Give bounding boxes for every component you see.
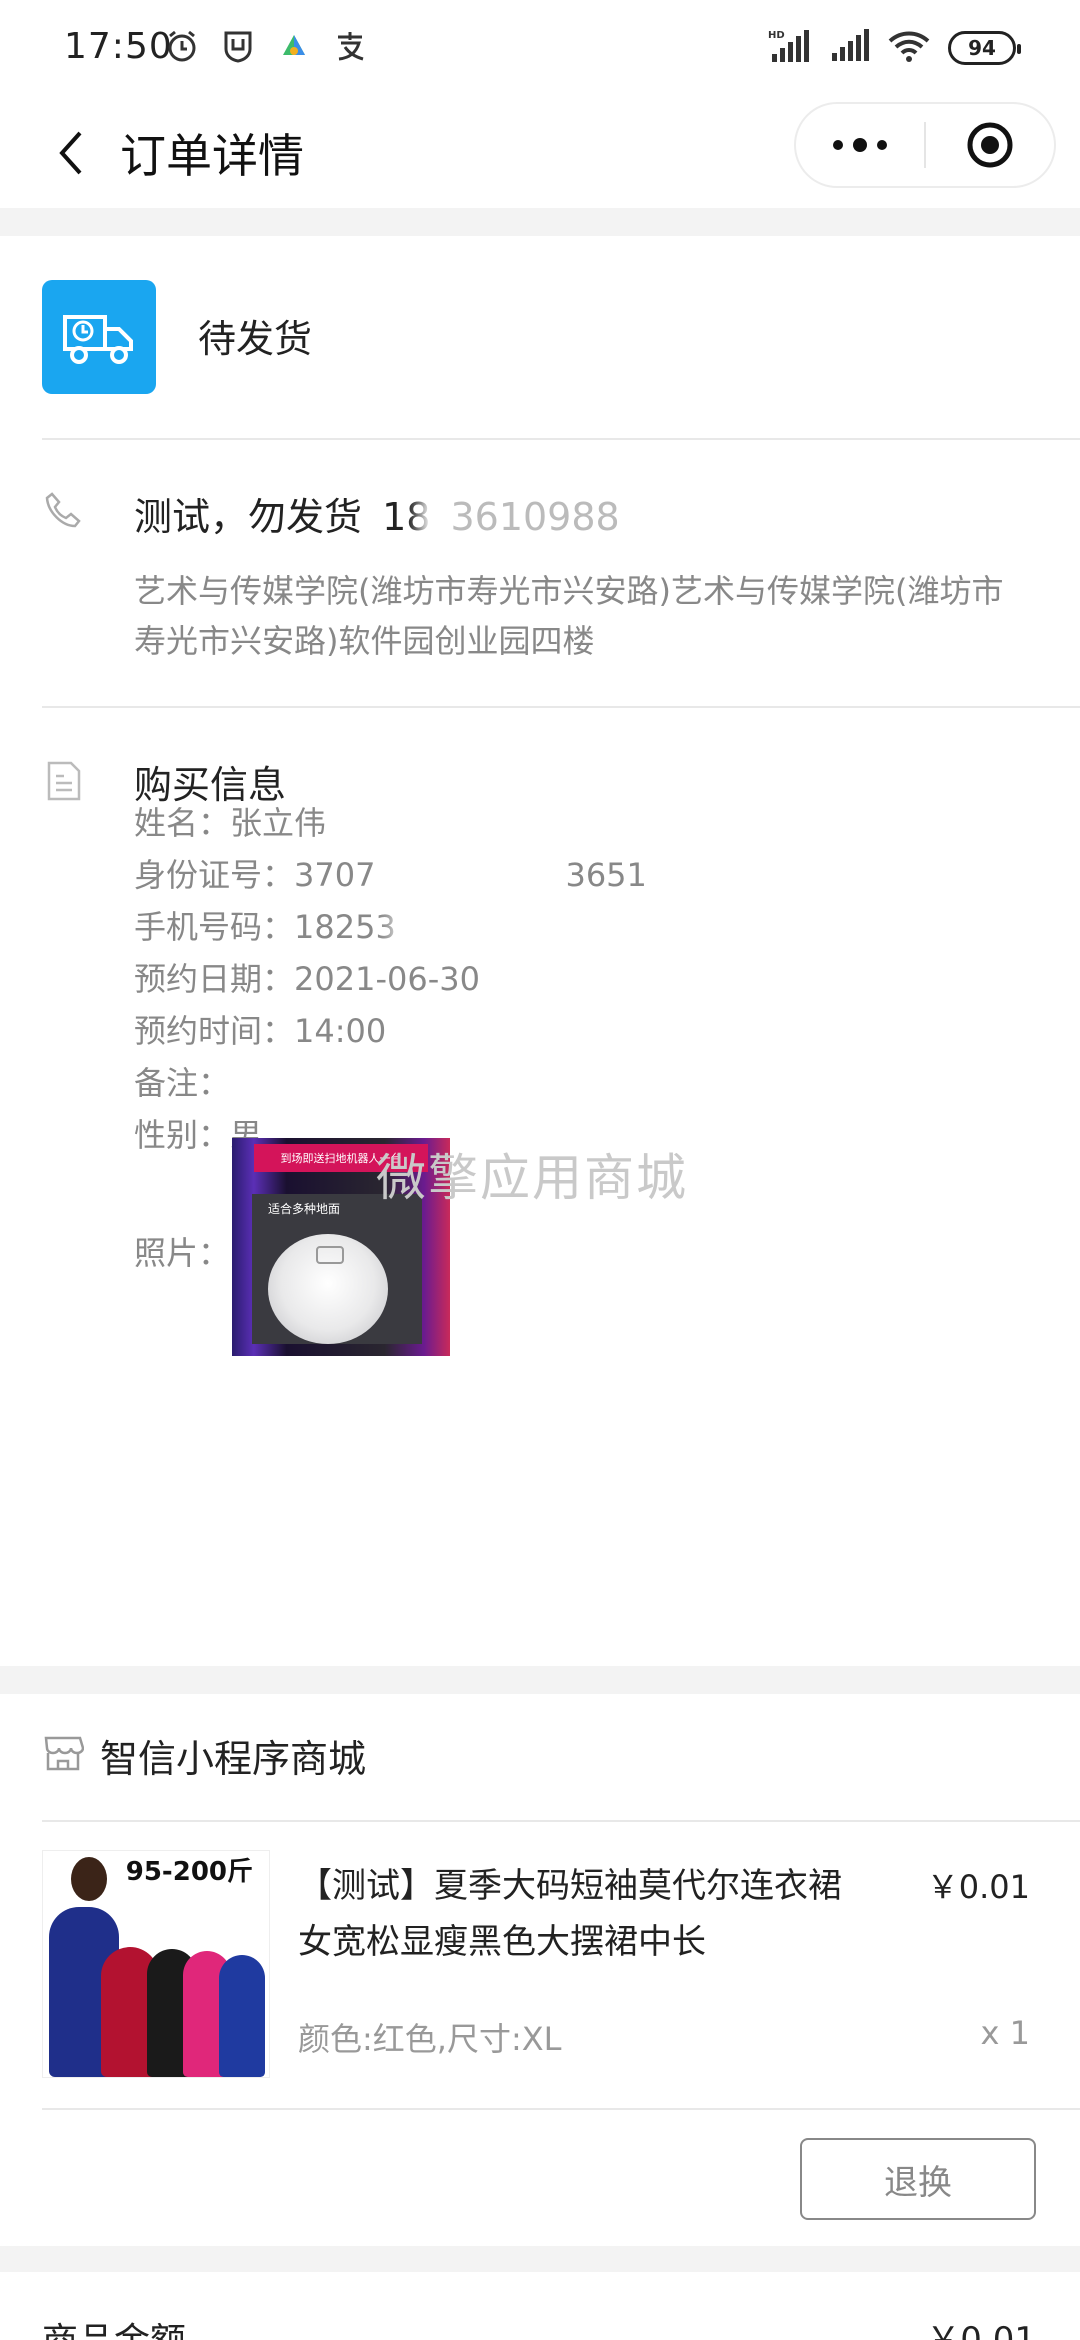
privacy-blur: [403, 914, 484, 944]
nav-bar: 订单详情: [0, 96, 1080, 208]
divider: [42, 706, 1080, 708]
info-row-time: 预约时间：14:00: [134, 1006, 386, 1052]
hd-signal-icon: HD: [768, 28, 812, 68]
info-value: 3707: [294, 856, 376, 894]
divider: [42, 438, 1080, 440]
privacy-blur: [395, 862, 546, 892]
divider: [42, 1820, 1080, 1822]
delivery-truck-icon: [42, 280, 156, 394]
contact-phone-tail: 3610988: [450, 495, 620, 539]
order-status: 待发货: [198, 317, 313, 361]
status-bar: 17:50 HD 94: [0, 0, 1080, 96]
info-value-tail: 3651: [565, 856, 647, 894]
order-card: 待发货 测试，勿发货 18 3610988 艺术与传媒学院(潍坊市寿光市兴安路)艺…: [0, 236, 1080, 1666]
contact-phone-start: 18: [382, 495, 431, 539]
return-exchange-button[interactable]: 退换: [800, 2138, 1036, 2220]
info-value: 张立伟: [230, 804, 327, 842]
info-label: 手机号码：: [134, 908, 295, 946]
photo-caption: 适合多种地面: [268, 1202, 341, 1216]
status-icons-left: [164, 28, 368, 64]
close-miniprogram-button[interactable]: [926, 104, 1054, 186]
product-price: ￥0.01: [926, 1868, 1030, 1906]
wifi-icon: [888, 29, 930, 67]
miniprogram-capsule: [794, 102, 1056, 188]
chevron-left-icon: [59, 131, 82, 175]
divider: [42, 2108, 1080, 2110]
totals-card: 商品金额 ￥0.01: [0, 2272, 1080, 2340]
info-label: 备注：: [134, 1064, 231, 1102]
svg-text:HD: HD: [768, 30, 785, 41]
alipay-icon: [332, 28, 368, 64]
goods-amount-label: 商品金额: [42, 2312, 186, 2340]
info-row-id: 身份证号：3707 3651: [134, 850, 647, 896]
info-value: 18253: [294, 908, 396, 946]
back-button[interactable]: [36, 118, 106, 188]
watermark: 微擎应用商城: [376, 1149, 688, 1207]
info-label: 预约日期：: [134, 960, 295, 998]
more-button[interactable]: [796, 104, 924, 186]
robot-vacuum-image: [268, 1234, 388, 1344]
info-row-date: 预约日期：2021-06-30: [134, 954, 480, 1000]
info-row-phone: 手机号码：18253: [134, 902, 484, 948]
shield-app-icon: [220, 28, 256, 64]
product-spec: 颜色:红色,尺寸:XL: [298, 2020, 562, 2058]
contact-phone: 18 3610988: [382, 495, 620, 539]
alarm-icon: [164, 28, 200, 64]
model-head: [71, 1857, 107, 1901]
info-label: 姓名：: [134, 804, 231, 842]
status-time: 17:50: [64, 26, 173, 67]
signal-icon: [830, 29, 870, 67]
contact-line: 测试，勿发货 18 3610988: [134, 486, 620, 541]
info-label: 身份证号：: [134, 856, 295, 894]
info-row-note: 备注：: [134, 1058, 230, 1104]
info-value: 2021-06-30: [294, 960, 480, 998]
delivery-address: 艺术与传媒学院(潍坊市寿光市兴安路)艺术与传媒学院(潍坊市寿光市兴安路)软件园创…: [134, 572, 1004, 660]
phone-icon: [45, 492, 81, 528]
product-image[interactable]: 95-200斤: [42, 1850, 270, 2078]
product-title[interactable]: 【测试】夏季大码短袖莫代尔连衣裙女宽松显瘦黑色大摆裙中长: [298, 1858, 858, 1970]
info-label: 性别：: [134, 1116, 231, 1154]
app-triangle-icon: [276, 28, 312, 64]
product-image-tag: 95-200斤: [125, 1857, 253, 1887]
product-quantity: x 1: [980, 2014, 1030, 2052]
shop-name[interactable]: 智信小程序商城: [100, 1728, 366, 1783]
info-value: 14:00: [294, 1012, 387, 1050]
contact-name: 测试，勿发货: [134, 495, 363, 539]
target-circle-icon: [967, 122, 1013, 168]
dress-blue: [219, 1955, 265, 2077]
info-label: 预约时间：: [134, 1012, 295, 1050]
goods-amount-value: ￥0.01: [926, 2320, 1036, 2340]
privacy-blur: [430, 502, 451, 537]
more-dots-icon: [833, 138, 887, 152]
photo-label: 照片：: [134, 1234, 231, 1272]
document-icon: [47, 761, 81, 801]
shop-card: 智信小程序商城 95-200斤 【测试】夏季大码短袖莫代尔连衣裙女宽松显瘦黑色大…: [0, 1694, 1080, 2246]
status-icons-right: HD 94: [768, 28, 1021, 68]
store-icon: [44, 1736, 84, 1771]
page-title: 订单详情: [120, 129, 304, 183]
info-row-name: 姓名：张立伟: [134, 798, 326, 844]
battery-indicator: 94: [948, 31, 1021, 65]
